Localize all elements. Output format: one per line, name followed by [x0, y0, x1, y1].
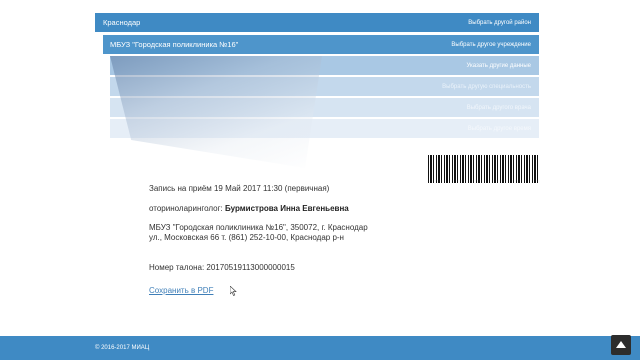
ticket-number-label: Номер талона: [149, 263, 205, 272]
page: Краснодар Выбрать другой район МБУЗ "Гор… [0, 0, 640, 360]
mouse-cursor-icon [230, 286, 237, 296]
footer: © 2016-2017 МИАЦ [0, 336, 640, 360]
copyright-text: © 2016-2017 МИАЦ [95, 345, 150, 351]
doctor-name: Бурмистрова Инна Евгеньевна [224, 204, 349, 213]
change-doctor-link[interactable]: Выбрать другого врача [467, 105, 539, 111]
institution-label: МБУЗ "Городская поликлиника №16" [110, 40, 239, 49]
scroll-up-button[interactable] [611, 335, 631, 355]
ticket-number-value: 20170519113000000015 [206, 263, 295, 272]
change-specialty-link[interactable]: Выбрать другую специальность [442, 84, 539, 90]
region-label: Краснодар [103, 18, 141, 27]
arrow-up-icon [616, 341, 626, 348]
change-data-link[interactable]: Указать другие данные [467, 63, 540, 69]
specialty-label: оториноларинголог: [149, 204, 223, 213]
ticket-number: Номер талона: 20170519113000000015 [149, 263, 295, 272]
appointment-record: Запись на приём 19 Май 2017 11:30 (перви… [149, 184, 330, 193]
ticket-paper-graphic [110, 56, 322, 168]
barcode-icon [428, 155, 538, 183]
address-line-1: МБУЗ "Городская поликлиника №16", 350072… [149, 223, 368, 232]
breadcrumb-region: Краснодар Выбрать другой район [95, 13, 539, 32]
change-time-link[interactable]: Выбрать другое время [468, 126, 539, 132]
breadcrumb-institution: МБУЗ "Городская поликлиника №16" Выбрать… [103, 35, 539, 54]
doctor-line: оториноларинголог: Бурмистрова Инна Евге… [149, 204, 349, 213]
save-pdf-link[interactable]: Сохранить в PDF [149, 286, 213, 295]
change-institution-link[interactable]: Выбрать другое учреждение [451, 42, 539, 48]
address-line-2: ул., Московская 66 т. (861) 252-10-00, К… [149, 233, 344, 242]
change-region-link[interactable]: Выбрать другой район [468, 20, 539, 26]
